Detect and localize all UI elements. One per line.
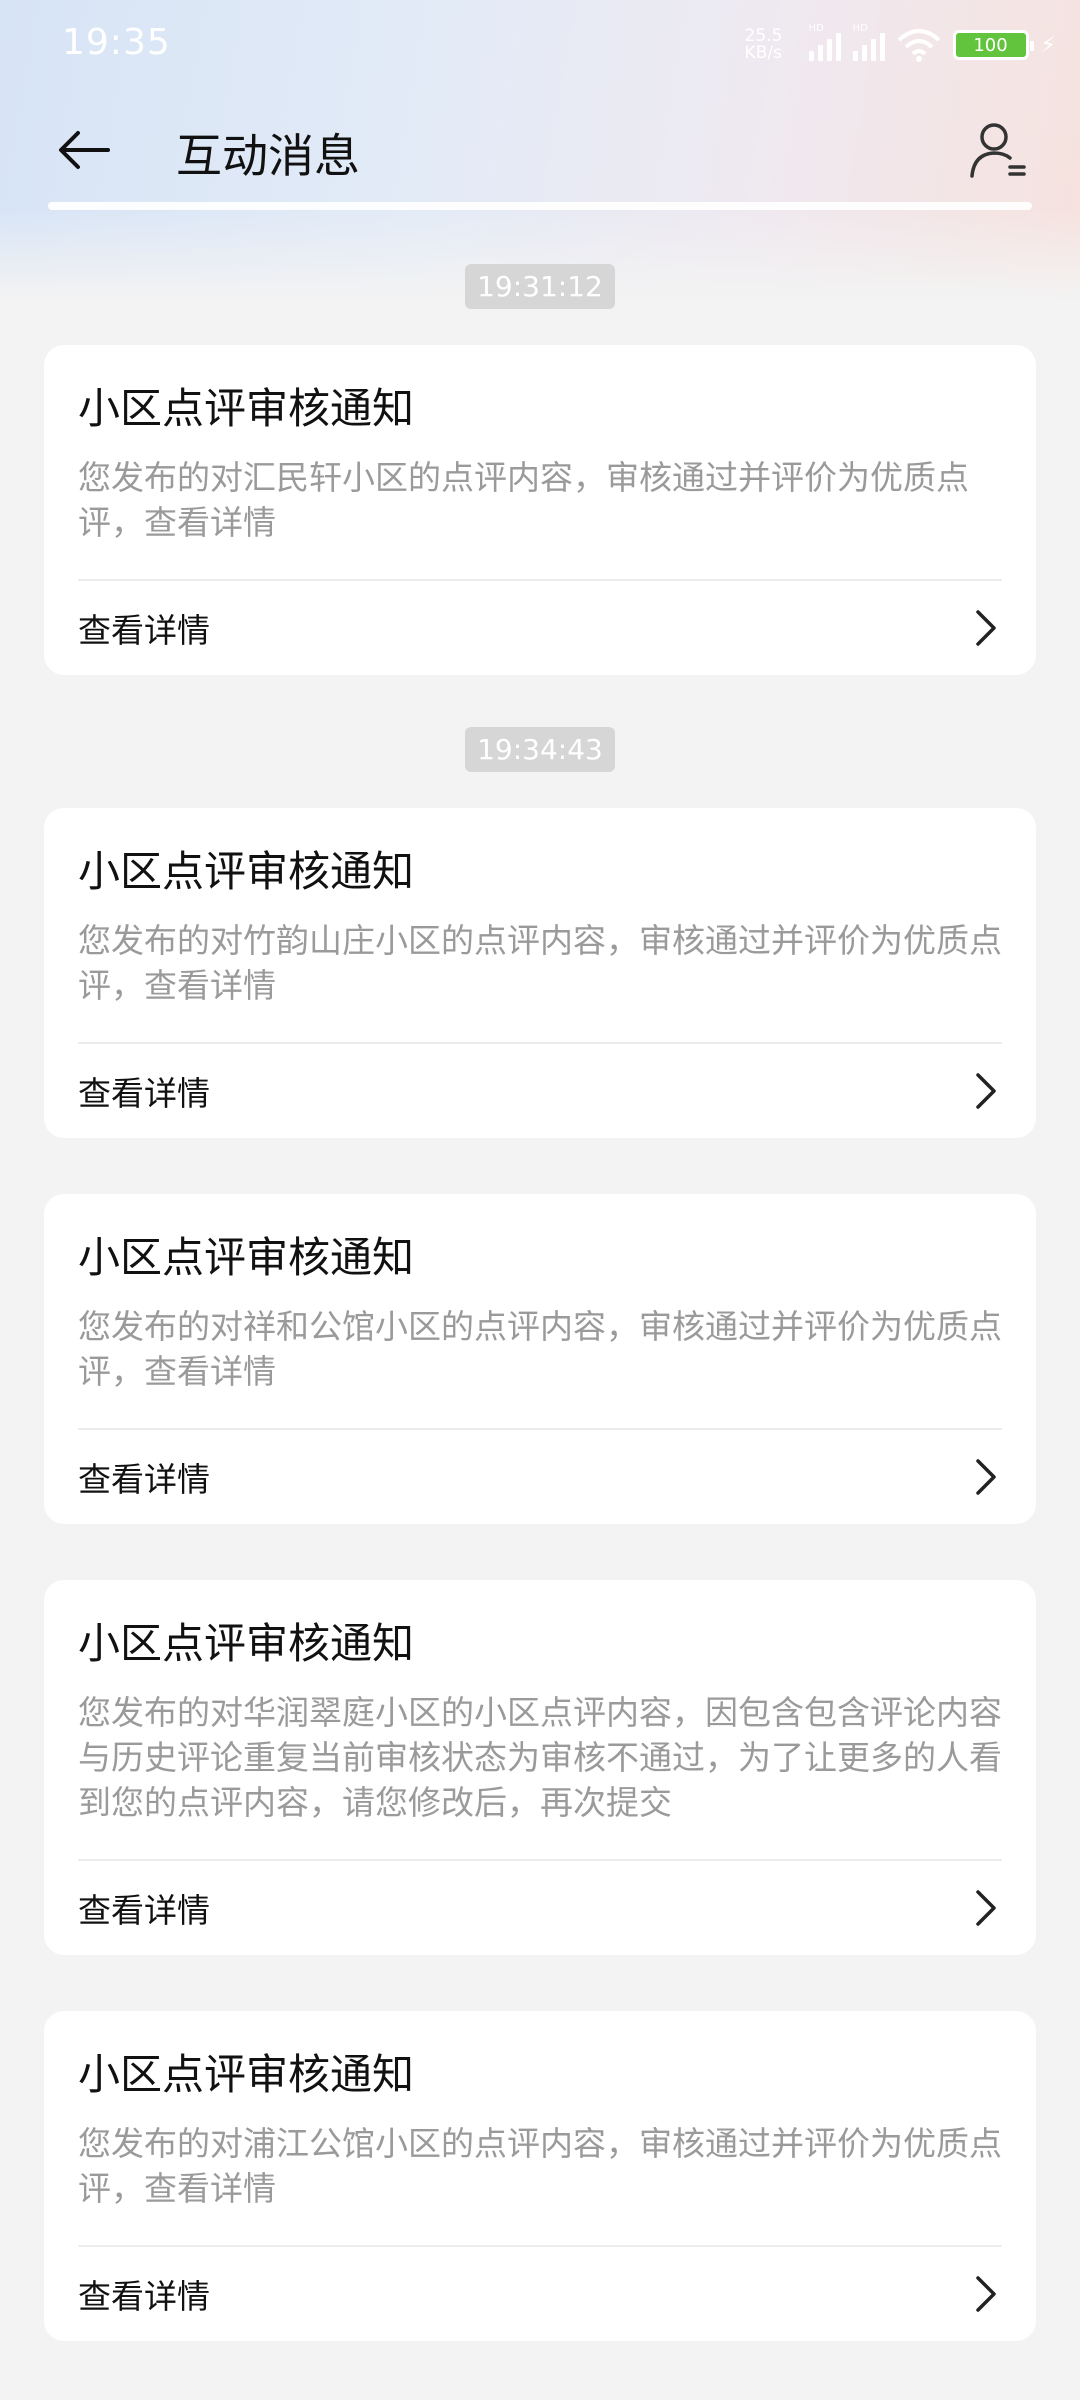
message-card[interactable]: 小区点评审核通知 您发布的对竹韵山庄小区的点评内容，审核通过并评价为优质点评，查… bbox=[44, 808, 1036, 1138]
app-bar-divider bbox=[48, 202, 1032, 210]
battery-icon: 100 bbox=[952, 30, 1034, 60]
user-settings-icon bbox=[970, 123, 1026, 178]
message-body: 您发布的对祥和公馆小区的点评内容，审核通过并评价为优质点评，查看详情 bbox=[78, 1307, 1002, 1391]
message-title: 小区点评审核通知 bbox=[78, 2050, 415, 2099]
battery-level: 100 bbox=[973, 34, 1008, 56]
hd-label: HD bbox=[808, 23, 824, 34]
network-speed: 25.5 KB/s bbox=[745, 28, 797, 62]
timestamp-row: 19:31:12 bbox=[0, 264, 1080, 309]
view-details-label: 查看详情 bbox=[78, 2277, 210, 2316]
wifi-icon bbox=[897, 29, 940, 62]
back-arrow-icon bbox=[59, 131, 110, 169]
message-body: 您发布的对竹韵山庄小区的点评内容，审核通过并评价为优质点评，查看详情 bbox=[78, 921, 1002, 1005]
message-card[interactable]: 小区点评审核通知 您发布的对华润翠庭小区的小区点评内容，因包含包含评论内容与历史… bbox=[44, 1580, 1036, 1955]
hd-label-2: HD bbox=[852, 23, 868, 34]
message-body: 您发布的对浦江公馆小区的点评内容，审核通过并评价为优质点评，查看详情 bbox=[78, 2124, 1002, 2208]
back-button[interactable] bbox=[44, 118, 124, 182]
message-body: 您发布的对汇民轩小区的点评内容，审核通过并评价为优质点评，查看详情 bbox=[78, 458, 969, 542]
charging-icon: ⚡ bbox=[1040, 32, 1056, 58]
message-title: 小区点评审核通知 bbox=[78, 384, 415, 433]
view-details-label: 查看详情 bbox=[78, 1891, 210, 1930]
network-speed-unit: KB/s bbox=[744, 43, 782, 63]
status-time: 19:35 bbox=[62, 22, 171, 63]
view-details-label: 查看详情 bbox=[78, 1074, 210, 1113]
message-card[interactable]: 小区点评审核通知 您发布的对浦江公馆小区的点评内容，审核通过并评价为优质点评，查… bbox=[44, 2011, 1036, 2341]
timestamp-row: 19:34:43 bbox=[0, 727, 1080, 772]
chevron-right-icon bbox=[970, 1071, 1002, 1111]
message-body: 您发布的对华润翠庭小区的小区点评内容，因包含包含评论内容与历史评论重复当前审核状… bbox=[78, 1693, 1002, 1822]
view-details-link[interactable]: 查看详情 bbox=[78, 1861, 1002, 1955]
status-icons: 25.5 KB/s HD HD 100 ⚡ bbox=[745, 23, 1056, 66]
message-card[interactable]: 小区点评审核通知 您发布的对汇民轩小区的点评内容，审核通过并评价为优质点评，查看… bbox=[44, 345, 1036, 675]
cellular-signal-icon-1: HD bbox=[808, 23, 841, 61]
app-bar: 互动消息 bbox=[0, 100, 1080, 200]
profile-button[interactable] bbox=[958, 112, 1038, 188]
view-details-link[interactable]: 查看详情 bbox=[78, 581, 1002, 675]
timestamp: 19:34:43 bbox=[465, 727, 615, 772]
message-title: 小区点评审核通知 bbox=[78, 1233, 415, 1282]
view-details-link[interactable]: 查看详情 bbox=[78, 1430, 1002, 1524]
page-title: 互动消息 bbox=[176, 129, 360, 183]
timestamp: 19:31:12 bbox=[465, 264, 615, 309]
view-details-label: 查看详情 bbox=[78, 1460, 210, 1499]
chevron-right-icon bbox=[970, 2274, 1002, 2314]
chevron-right-icon bbox=[970, 1457, 1002, 1497]
status-bar: 19:35 25.5 KB/s HD HD 100 ⚡ bbox=[0, 0, 1080, 90]
message-feed: 19:31:12 小区点评审核通知 您发布的对汇民轩小区的点评内容，审核通过并评… bbox=[0, 258, 1080, 2341]
message-title: 小区点评审核通知 bbox=[78, 847, 415, 896]
message-title: 小区点评审核通知 bbox=[78, 1619, 415, 1668]
message-card[interactable]: 小区点评审核通知 您发布的对祥和公馆小区的点评内容，审核通过并评价为优质点评，查… bbox=[44, 1194, 1036, 1524]
chevron-right-icon bbox=[970, 1888, 1002, 1928]
view-details-label: 查看详情 bbox=[78, 611, 210, 650]
chevron-right-icon bbox=[970, 608, 1002, 648]
view-details-link[interactable]: 查看详情 bbox=[78, 2247, 1002, 2341]
cellular-signal-icon-2: HD bbox=[852, 23, 885, 61]
view-details-link[interactable]: 查看详情 bbox=[78, 1044, 1002, 1138]
